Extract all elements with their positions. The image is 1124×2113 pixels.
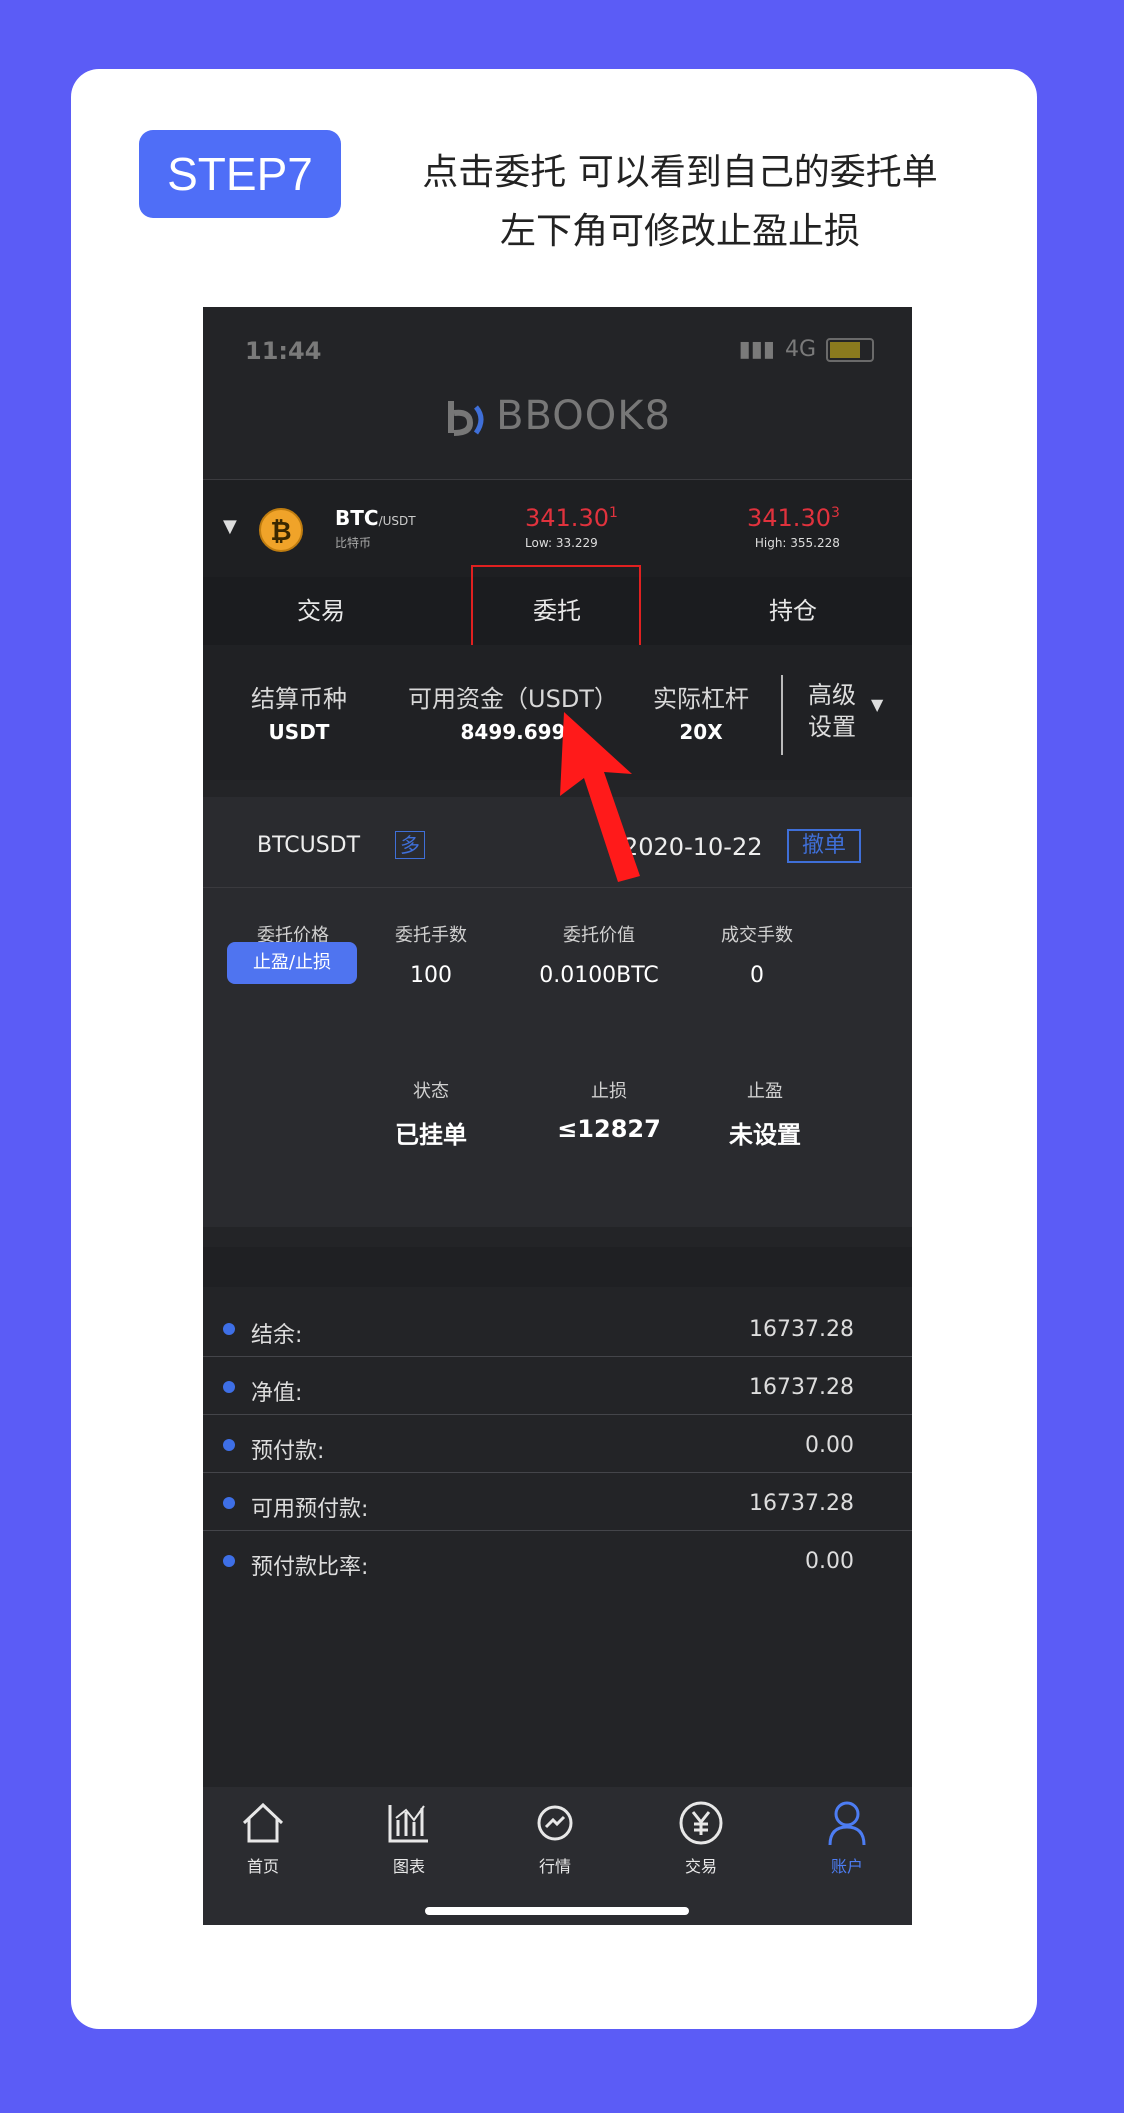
status-time: 11:44 (245, 337, 322, 365)
instruction-line-1: 点击委托 可以看到自己的委托单 (422, 152, 938, 193)
order-quantity: 委托手数 100 (395, 925, 467, 988)
sl-tp-button[interactable]: 止盈/止损 (227, 942, 357, 984)
summary-row-margin: 预付款: 0.00 (203, 1415, 912, 1473)
home-icon (242, 1802, 284, 1843)
status-bar: 11:44 ▮▮▮ 4G (203, 331, 912, 375)
summary-row-equity: 净值: 16737.28 (203, 1357, 912, 1415)
ticker-bar[interactable]: ▼ ₿ BTC/USDT 比特币 341.301 Low: 33.229 341… (203, 479, 912, 579)
bottom-nav: 首页 图表 行情 交易 账户 (203, 1787, 912, 1925)
take-profit: 止盈 未设置 (729, 1081, 801, 1149)
ticker-name: 比特币 (335, 536, 372, 550)
order-symbol: BTCUSDT (257, 833, 361, 858)
instruction-line-2: 左下角可修改止盈止损 (499, 211, 860, 252)
account-summary: 结余: 16737.28 净值: 16737.28 预付款: 0.00 可用预付款: 1… (203, 1299, 912, 1588)
brand-logo-icon (448, 401, 484, 436)
bullet-icon (223, 1381, 235, 1393)
summary-row-margin-ratio: 预付款比率: 0.00 (203, 1531, 912, 1588)
divider (781, 675, 783, 755)
order-value: 委托价值 0.0100BTC (539, 925, 659, 988)
pointer-arrow-icon (560, 712, 640, 882)
bitcoin-icon: ₿ (259, 508, 303, 552)
ticker-symbol: BTC/USDT (335, 506, 416, 530)
brand-name: BBOOK8 (496, 393, 671, 439)
nav-market[interactable]: 行情 (505, 1797, 605, 1877)
actual-leverage: 实际杠杆 20X (653, 685, 749, 744)
stop-loss: 止损 ≤12827 (557, 1081, 661, 1143)
signal-icon: ▮▮▮ (738, 337, 775, 362)
chart-icon (388, 1805, 428, 1843)
bullet-icon (223, 1555, 235, 1567)
summary-row-free-margin: 可用预付款: 16737.28 (203, 1473, 912, 1531)
phone-screenshot: 11:44 ▮▮▮ 4G BBOOK8 ▼ ₿ BTC/USDT 比特币 341… (203, 307, 912, 1925)
order-side-badge: 多 (395, 831, 425, 859)
chevron-down-icon[interactable]: ▼ (871, 695, 883, 714)
advanced-settings-button[interactable]: 高级 设置 (808, 679, 856, 743)
cancel-order-button[interactable]: 撤单 (787, 829, 861, 863)
nav-home[interactable]: 首页 (213, 1797, 313, 1877)
high-price: High: 355.228 (754, 536, 840, 550)
high-block: 341.303 High: 355.228 (747, 504, 840, 550)
market-icon (537, 1805, 573, 1841)
account-icon (828, 1801, 866, 1846)
network-label: 4G (784, 337, 816, 362)
nav-chart[interactable]: 图表 (359, 1797, 459, 1877)
summary-row-balance: 结余: 16737.28 (203, 1299, 912, 1357)
brand-header: BBOOK8 (203, 393, 912, 439)
home-indicator (425, 1907, 689, 1915)
nav-account[interactable]: 账户 (797, 1797, 897, 1877)
yuan-icon (679, 1801, 723, 1845)
dropdown-caret-icon[interactable]: ▼ (223, 516, 237, 537)
battery-icon (826, 337, 874, 362)
filled-quantity: 成交手数 0 (721, 925, 793, 988)
section-gap (203, 1247, 912, 1287)
bullet-icon (223, 1323, 235, 1335)
bullet-icon (223, 1439, 235, 1451)
nav-trade[interactable]: 交易 (651, 1797, 751, 1877)
order-status: 状态 已挂单 (395, 1081, 467, 1149)
bullet-icon (223, 1497, 235, 1509)
low-price: Low: 33.229 (525, 536, 598, 550)
tab-positions[interactable]: 持仓 (675, 577, 911, 645)
status-network: ▮▮▮ 4G (739, 337, 874, 362)
tab-trade[interactable]: 交易 (203, 577, 439, 645)
settle-currency: 结算币种 USDT (251, 685, 347, 744)
last-price: 341.301 Low: 33.229 (525, 504, 618, 550)
step-badge: STEP7 (139, 130, 341, 218)
